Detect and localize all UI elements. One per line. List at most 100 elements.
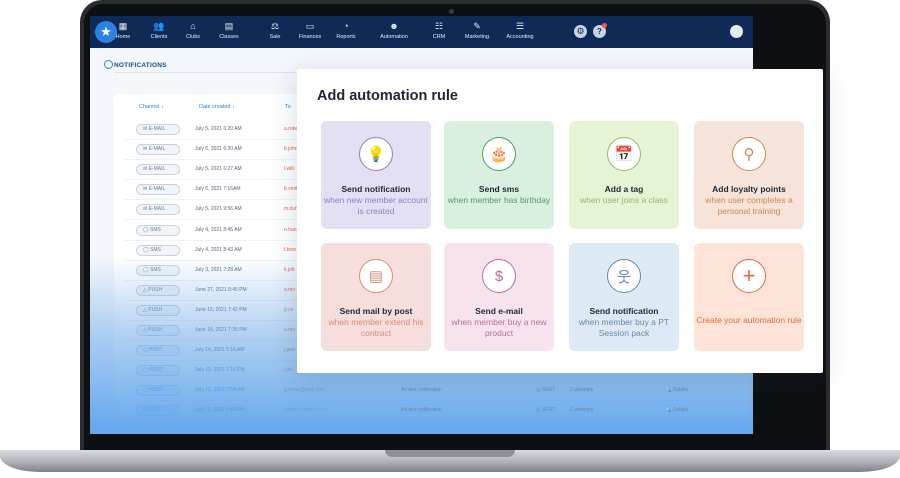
date-cell: July 5, 2021 7:15AM [195, 186, 241, 193]
automation-template-tile[interactable]: ⚲ Add loyalty points when user completes a… [694, 121, 804, 229]
nav-item-label: Automation [380, 34, 408, 40]
nav-item-finances[interactable]: ▭ Finances [290, 20, 330, 41]
cart-icon: ⚖ [270, 21, 280, 31]
recipient-cell[interactable]: m.duf [284, 206, 297, 212]
plus-icon: + [732, 259, 766, 293]
laptop-mockup: ★ ▦ Home 👥 Clients ⌂ Clubs ▤ Classes ⚖ Sale ▭ Finan… [0, 0, 900, 478]
details-link[interactable]: 🔍 Details [665, 387, 688, 393]
nav-item-label: CRM [432, 34, 446, 40]
nav-item-marketing[interactable]: ✎ Marketing [457, 20, 497, 41]
channel-badge: ◯ SMS [136, 224, 180, 236]
ledger-icon: ☰ [515, 21, 525, 31]
type-cell: Ad box notification [401, 387, 442, 394]
trainer-icon: ⚲ [732, 137, 766, 171]
automation-template-tile[interactable]: ▤ Send mail by post when member extend his… [321, 243, 431, 351]
tile-description: when member buy a PT Session pack [578, 317, 670, 338]
attempts-cell: 2 attempts [570, 387, 594, 394]
channel-badge: ✉ E-MAIL [136, 124, 180, 135]
date-cell: July 5, 2021 6:27 AM [195, 166, 242, 173]
channel-badge: ◯ SMS [136, 244, 180, 256]
nav-item-automation[interactable]: ☻ Automation [374, 20, 414, 41]
add-automation-rule-dialog: Add automation rule 💡 Send notification wh… [297, 69, 823, 373]
calendar-icon: ▤ [224, 21, 234, 31]
tile-description: when member has birthday [447, 195, 551, 205]
nav-item-crm[interactable]: ☷ CRM [419, 20, 459, 41]
nav-item-classes[interactable]: ▤ Classes [209, 20, 249, 41]
nav-item-sale[interactable]: ⚖ Sale [255, 20, 295, 41]
tile-title: Add a tag [604, 184, 644, 194]
refresh-icon[interactable] [104, 60, 113, 69]
details-link[interactable]: 🔍 Details [665, 407, 688, 413]
status-badge: ◎ SENT [536, 387, 556, 394]
cake-icon: 🎂 [482, 137, 516, 171]
tile-title: Send sms [478, 184, 520, 194]
column-header-channel[interactable]: Channel ↓ [139, 104, 164, 110]
automation-template-tile[interactable]: $ Send e-mail when member buy a new produc… [444, 243, 554, 351]
tile-description: when new member account is created [324, 195, 428, 216]
automation-template-tile[interactable]: 웃 Send notification when member buy a PT S… [569, 243, 679, 351]
status-badge: ◎ SENT [536, 407, 556, 414]
date-cell: July 4, 2021 8:45 AM [195, 226, 242, 233]
tile-title: Send notification [589, 306, 659, 316]
tile-description: Create your automation rule [696, 315, 802, 325]
nav-item-reports[interactable]: ◔ Reports [326, 20, 366, 41]
nav-item-label: Reports [336, 34, 356, 40]
tile-title: Send e-mail [475, 306, 523, 316]
dialog-title: Add automation rule [317, 88, 458, 104]
channel-badge: ✉ E-MAIL [136, 144, 180, 156]
recipient-cell[interactable]: b.john [284, 146, 298, 152]
tile-description: when member extend his contract [328, 317, 424, 338]
date-cell: July 5, 2021 6:20 AM [195, 146, 242, 153]
tile-description: when user joins a class [580, 195, 668, 205]
top-navigation: ★ ▦ Home 👥 Clients ⌂ Clubs ▤ Classes ⚖ Sale ▭ Finan… [90, 16, 753, 48]
channel-badge: ✉ E-MAIL [136, 184, 180, 196]
robot-icon: ☻ [389, 21, 399, 31]
create-automation-rule-tile[interactable]: + Create your automation rule [694, 243, 804, 351]
column-header-to[interactable]: To [285, 104, 291, 110]
nav-item-home[interactable]: ▦ Home [103, 20, 143, 41]
recipient-cell[interactable]: l.willi [284, 166, 295, 172]
page-title: NOTIFICATIONS [114, 62, 167, 69]
pie-chart-icon: ◔ [343, 21, 349, 31]
lightbulb-icon: 💡 [359, 137, 393, 171]
column-header-date[interactable]: Date created ↓ [199, 104, 235, 110]
camera-icon [449, 9, 454, 14]
nav-item-label: Accounting [506, 34, 534, 40]
home-icon: ▦ [118, 21, 128, 31]
gear-icon[interactable]: ⚙ [574, 25, 587, 38]
recipient-cell[interactable]: n.han [284, 227, 297, 233]
nav-item-label: Sale [269, 34, 281, 40]
wallet-icon: ▭ [305, 21, 315, 31]
attempts-cell: 2 attempts [570, 407, 594, 414]
contacts-icon: ☷ [434, 21, 444, 31]
megaphone-icon: ✎ [473, 21, 481, 31]
person-icon: 웃 [607, 259, 641, 293]
tile-title: Send notification [341, 184, 411, 194]
building-icon: ⌂ [190, 21, 196, 31]
channel-badge: ✉ E-MAIL [136, 164, 180, 176]
coin-icon: $ [482, 259, 516, 293]
recipient-cell[interactable]: t.bow [284, 247, 296, 253]
nav-item-label: Classes [219, 34, 239, 40]
date-cell: July 5, 2021 9:56 AM [195, 206, 242, 213]
document-icon: ▤ [359, 259, 393, 293]
type-cell: Ad box notification [401, 407, 442, 414]
recipient-cell[interactable]: b.smit [284, 186, 297, 192]
automation-template-tile[interactable]: 💡 Send notification when new member accoun… [321, 121, 431, 229]
date-cell: July 5, 2021 6:20 AM [195, 126, 242, 132]
laptop-notch [385, 450, 515, 457]
automation-template-tile[interactable]: 🎂 Send sms when member has birthday [444, 121, 554, 229]
channel-badge: ✉ E-MAIL [136, 204, 180, 216]
automation-template-tile[interactable]: 📅 Add a tag when user joins a class [569, 121, 679, 229]
nav-item-label: Finances [298, 34, 322, 40]
date-cell: July 4, 2021 8:43 AM [195, 246, 242, 253]
tile-title: Send mail by post [339, 306, 413, 316]
nav-item-label: Marketing [464, 34, 490, 40]
tile-description: when member buy a new product [451, 317, 547, 338]
nav-item-label: Home [115, 34, 131, 40]
nav-item-label: Clubs [185, 34, 201, 40]
avatar[interactable] [730, 25, 743, 38]
calendar-clock-icon: 📅 [607, 137, 641, 171]
nav-item-clubs[interactable]: ⌂ Clubs [173, 20, 213, 41]
nav-item-accounting[interactable]: ☰ Accounting [500, 20, 540, 41]
